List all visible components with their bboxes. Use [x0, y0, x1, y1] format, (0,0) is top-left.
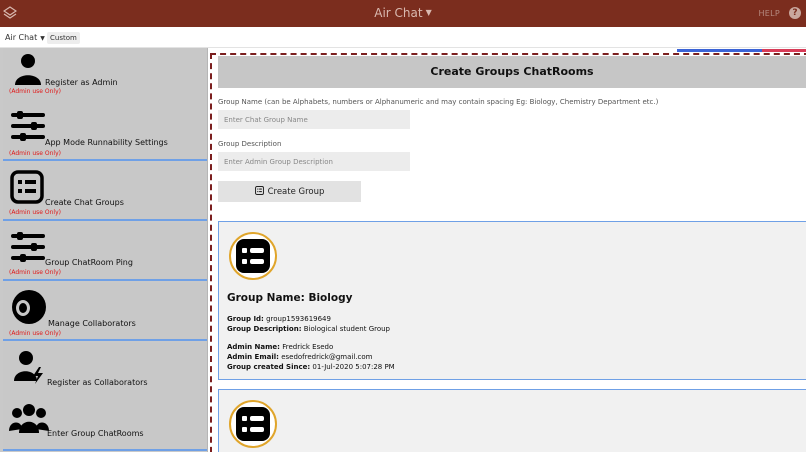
admin-name-value: Fredrick Esedo: [282, 343, 334, 351]
sub-toolbar: Air Chat ▼ Custom: [0, 27, 806, 48]
admin-only-note: (Admin use Only): [9, 209, 61, 216]
group-description-label: Group Description: [218, 140, 282, 148]
accent-stripe-blue: [677, 49, 762, 52]
group-avatar: [229, 400, 277, 448]
list-box-icon: [10, 170, 44, 204]
chevron-down-icon: ▼: [425, 8, 432, 17]
group-id-row: Group Id: group1593619649: [227, 315, 331, 323]
create-group-label: Create Group: [267, 187, 325, 197]
sidebar-item-label: App Mode Runnability Settings: [45, 138, 168, 147]
admin-email-value: esedofredrick@gmail.com: [281, 353, 373, 361]
group-created-value: 01-Jul-2020 5:07:28 PM: [312, 363, 395, 371]
admin-only-note: (Admin use Only): [9, 88, 61, 95]
group-avatar: [229, 232, 277, 280]
group-card: Group Name: Biology Group Id: group15936…: [218, 221, 806, 380]
group-id-value: group1593619649: [266, 315, 331, 323]
sidebar-item-label: Register as Admin: [45, 78, 118, 87]
help-link[interactable]: HELP: [758, 9, 780, 18]
group-name: Group Name: Biology: [227, 292, 353, 304]
user-icon: [15, 54, 41, 85]
sidebar-item-manage-collaborators[interactable]: Manage Collaborators (Admin use Only): [3, 283, 207, 341]
chevron-down-icon: ▼: [40, 35, 45, 42]
sidebar-item-app-mode-settings[interactable]: App Mode Runnability Settings (Admin use…: [3, 103, 207, 161]
group-id-label: Group Id:: [227, 315, 264, 323]
admin-name-row: Admin Name: Fredrick Esedo: [227, 343, 333, 351]
app-title: Air Chat: [374, 6, 423, 20]
custom-badge: Custom: [47, 32, 80, 44]
sliders-icon: [11, 111, 45, 141]
group-name-input[interactable]: [218, 110, 410, 129]
list-box-icon: [254, 186, 264, 195]
sidebar-item-register-collaborators[interactable]: Register as Collaborators: [3, 343, 207, 401]
sidebar-item-register-admin[interactable]: Register as Admin (Admin use Only): [3, 48, 207, 106]
group-created-label: Group created Since:: [227, 363, 311, 371]
app-selector[interactable]: Air Chat ▼: [5, 33, 45, 42]
sidebar-item-label: Manage Collaborators: [48, 319, 136, 328]
title-bar: Air Chat ▼ HELP ?: [0, 0, 806, 27]
admin-only-note: (Admin use Only): [9, 150, 61, 157]
sidebar: Register as Admin (Admin use Only) App M…: [0, 48, 208, 452]
sidebar-item-label: Group ChatRoom Ping: [45, 258, 133, 267]
group-card: [218, 389, 806, 452]
group-description-value: Biological student Group: [303, 325, 390, 333]
admin-name-label: Admin Name:: [227, 343, 280, 351]
group-description-input[interactable]: [218, 152, 410, 171]
admin-only-note: (Admin use Only): [9, 269, 61, 276]
app-selector-label: Air Chat: [5, 33, 38, 42]
page-header: Create Groups ChatRooms: [218, 56, 806, 88]
users-icon: [9, 404, 49, 433]
accent-stripe-red: [762, 49, 806, 52]
group-name-label: Group Name (can be Alphabets, numbers or…: [218, 98, 659, 106]
admin-only-note: (Admin use Only): [9, 330, 61, 337]
sidebar-item-create-chat-groups[interactable]: Create Chat Groups (Admin use Only): [3, 163, 207, 221]
sliders-icon: [11, 232, 45, 262]
sidebar-item-enter-group-chatrooms[interactable]: Enter Group ChatRooms: [3, 397, 207, 451]
list-box-icon: [236, 407, 270, 441]
admin-email-label: Admin Email:: [227, 353, 279, 361]
sidebar-item-label: Enter Group ChatRooms: [47, 429, 144, 438]
sidebar-item-group-chatroom-ping[interactable]: Group ChatRoom Ping (Admin use Only): [3, 223, 207, 281]
app-title-menu[interactable]: Air Chat ▼: [0, 6, 806, 20]
list-box-icon: [236, 239, 270, 273]
page-title: Create Groups ChatRooms: [430, 65, 594, 78]
user-bolt-icon: [14, 351, 43, 384]
group-description-key: Group Description:: [227, 325, 302, 333]
sidebar-item-label: Create Chat Groups: [45, 198, 124, 207]
main-content: Create Groups ChatRooms Group Name (can …: [210, 48, 806, 452]
group-created-row: Group created Since: 01-Jul-2020 5:07:28…: [227, 363, 395, 371]
toggle-icon: [12, 290, 46, 324]
create-group-button[interactable]: Create Group: [218, 181, 361, 202]
admin-email-row: Admin Email: esedofredrick@gmail.com: [227, 353, 372, 361]
help-icon[interactable]: ?: [789, 7, 801, 19]
sidebar-item-label: Register as Collaborators: [47, 378, 148, 387]
group-description-row: Group Description: Biological student Gr…: [227, 325, 390, 333]
